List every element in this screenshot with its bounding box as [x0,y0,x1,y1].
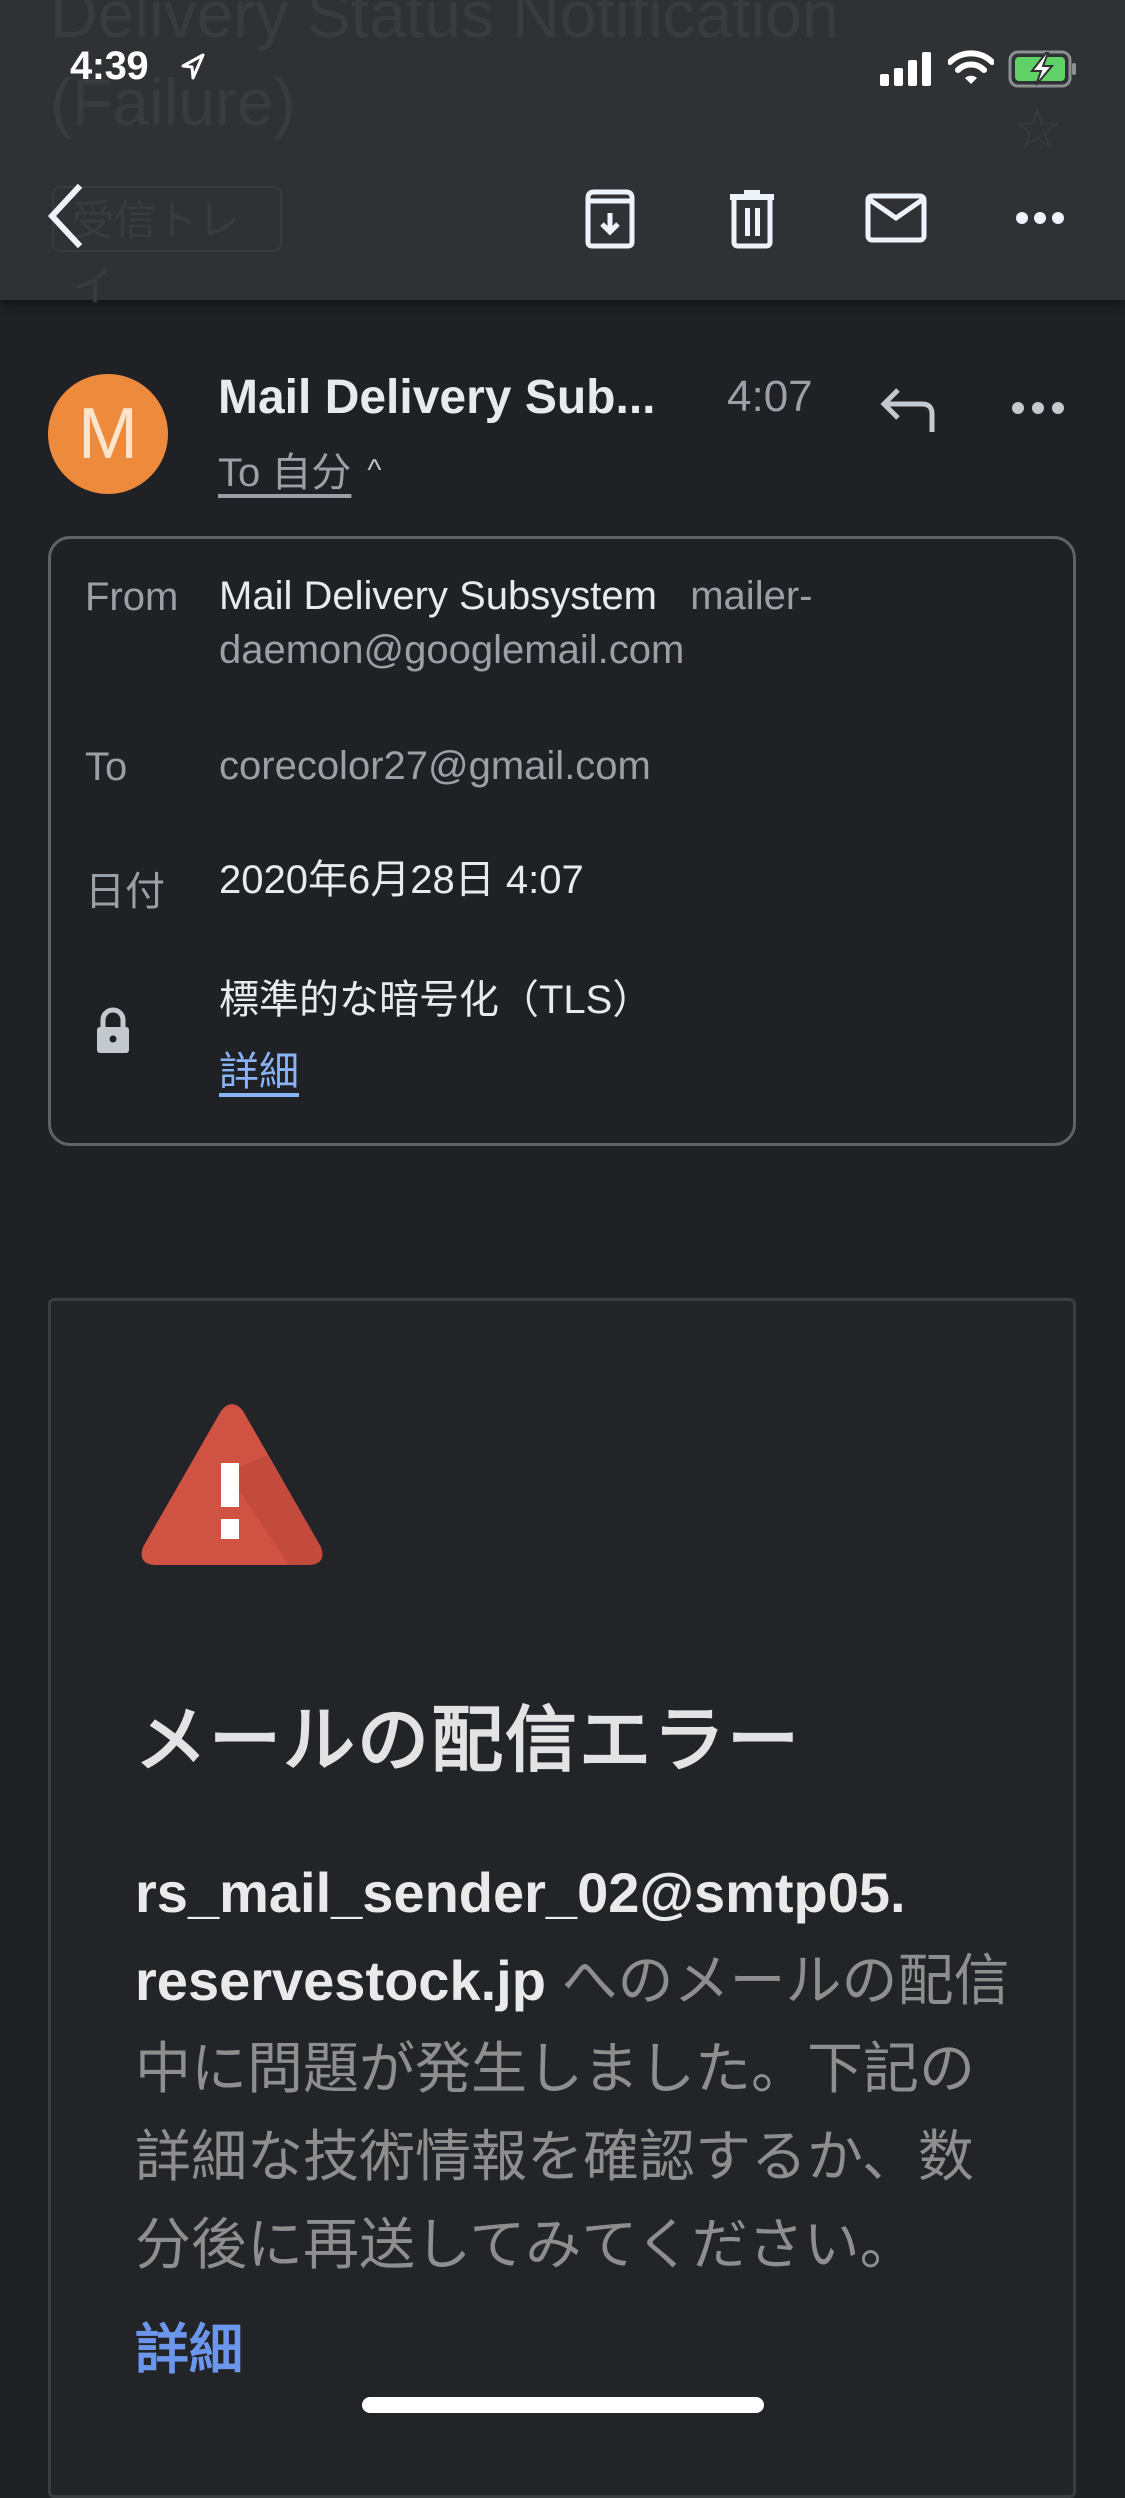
failed-address-part2: reservestock.jp [135,1949,546,2012]
error-details-link[interactable]: 詳細 [135,2305,243,2384]
from-value: Mail Delivery Subsystem mailer- daemon@g… [219,569,1019,677]
home-indicator[interactable] [362,2397,764,2413]
delivery-error-card: メールの配信エラー rs_mail_sender_02@smtp05. rese… [48,1298,1076,2498]
cellular-signal-icon [880,52,931,86]
wifi-icon [948,50,994,84]
error-description: rs_mail_sender_02@smtp05. reservestock.j… [135,1849,1015,2289]
lock-icon [97,1007,129,1053]
date-value: 2020年6月28日 4:07 [219,858,584,902]
app-header: Delivery Status Notification (Failure) ☆… [0,0,1125,310]
from-name: Mail Delivery Subsystem [219,574,657,618]
mail-icon[interactable] [864,186,928,250]
chevron-up-icon: ^ [367,454,382,487]
encryption-value: 標準的な暗号化（TLS） [219,978,653,1022]
battery-charging-icon [1008,50,1076,88]
back-chevron-icon[interactable] [40,180,92,252]
avatar: M [48,374,168,494]
encryption-details-link[interactable]: 詳細 [219,1045,299,1099]
from-label: From [85,575,179,619]
reply-icon[interactable] [878,384,942,434]
to-value: corecolor27@gmail.com [219,744,651,788]
from-email-part2: daemon@googlemail.com [219,628,685,672]
more-horizontal-icon[interactable] [1010,186,1074,250]
date-label: 日付 [85,870,165,914]
warning-icon [141,1404,323,1565]
message-more-icon[interactable] [1010,396,1066,420]
recipients-toggle[interactable]: To 自分 ^ [218,440,381,498]
sender-name: Mail Delivery Sub... [218,371,656,424]
trash-icon[interactable] [720,186,784,250]
message-time: 4:07 [727,372,813,421]
message-details-card: From Mail Delivery Subsystem mailer- dae… [48,536,1076,1146]
to-me-label: To 自分 [218,451,352,495]
star-icon[interactable]: ☆ [1012,96,1062,162]
status-time: 4:39 [70,44,149,88]
failed-address-part1: rs_mail_sender_02@smtp05. [135,1861,906,1924]
from-email-part1: mailer- [690,574,813,618]
to-label: To [85,745,128,789]
error-title: メールの配信エラー [135,1701,802,1781]
archive-icon[interactable] [578,186,642,250]
location-arrow-icon [181,53,205,80]
